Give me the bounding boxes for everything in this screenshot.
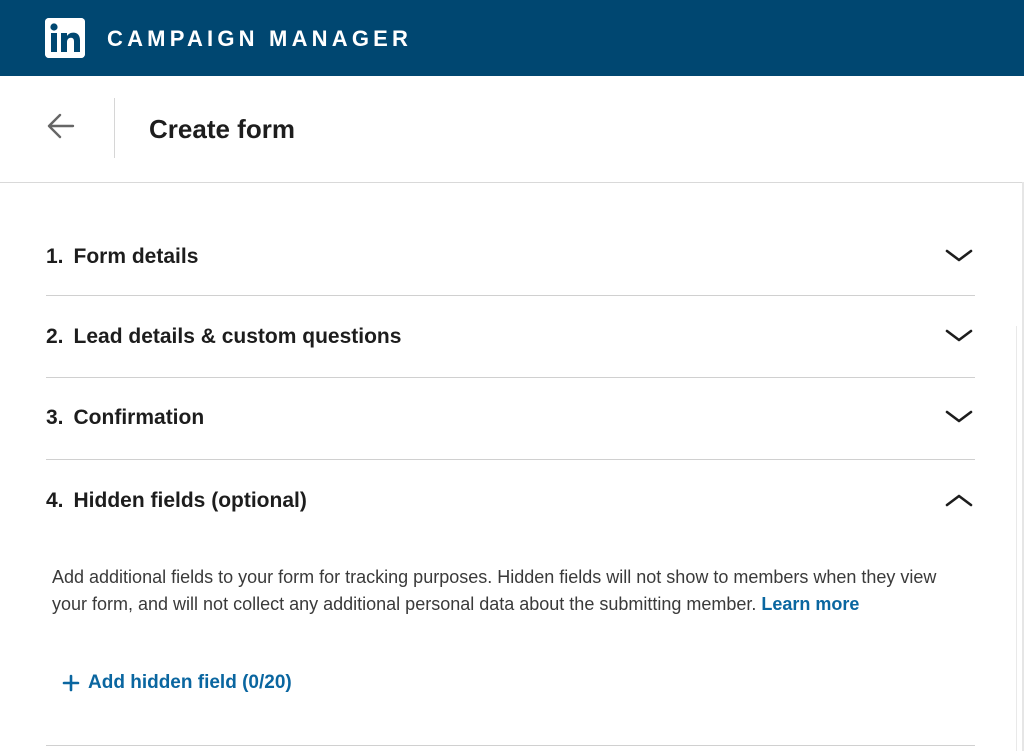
learn-more-link[interactable]: Learn more (761, 594, 859, 614)
section-label: Form details (73, 245, 199, 268)
section-number: 4. (46, 489, 64, 512)
add-hidden-field-button[interactable]: Add hidden field (0/20) (62, 668, 292, 698)
chevron-down-icon (945, 329, 973, 342)
section-toggle-hidden-fields[interactable]: 4. Hidden fields (optional) (46, 460, 975, 541)
header-divider (114, 98, 115, 158)
section-toggle-confirmation[interactable]: 3. Confirmation (46, 378, 975, 459)
section-number: 3. (46, 406, 64, 429)
section-label: Lead details & custom questions (73, 325, 402, 348)
section-title: 3. Confirmation (46, 405, 204, 431)
section-confirmation: 3. Confirmation (46, 378, 975, 460)
linkedin-logo-icon[interactable] (45, 18, 85, 58)
hidden-fields-description: Add additional fields to your form for t… (52, 564, 962, 618)
section-form-details: 1. Form details (46, 182, 975, 296)
top-navigation-bar: CAMPAIGN MANAGER (0, 0, 1024, 76)
chevron-down-icon (945, 249, 973, 262)
arrow-left-icon (47, 113, 75, 139)
section-divider (46, 745, 975, 746)
panel-edge (1016, 326, 1017, 751)
section-title: 2. Lead details & custom questions (46, 324, 401, 350)
add-hidden-field-label: Add hidden field (0/20) (88, 672, 292, 693)
section-number: 2. (46, 325, 64, 348)
page-header: Create form (0, 76, 1024, 183)
section-toggle-form-details[interactable]: 1. Form details (46, 182, 975, 295)
section-lead-details: 2. Lead details & custom questions (46, 296, 975, 378)
chevron-up-icon (945, 494, 973, 507)
app-title: CAMPAIGN MANAGER (107, 26, 413, 51)
form-sections: 1. Form details 2. Lead details & custom q… (46, 182, 975, 693)
section-title: 1. Form details (46, 244, 198, 270)
plus-icon (62, 674, 80, 692)
section-hidden-fields: 4. Hidden fields (optional) (46, 460, 975, 541)
section-number: 1. (46, 245, 64, 268)
page-title: Create form (149, 114, 295, 144)
section-toggle-lead-details[interactable]: 2. Lead details & custom questions (46, 296, 975, 377)
section-label: Confirmation (73, 406, 205, 429)
section-label: Hidden fields (optional) (73, 489, 307, 512)
back-button[interactable] (40, 106, 84, 146)
section-title: 4. Hidden fields (optional) (46, 488, 307, 514)
chevron-down-icon (945, 410, 973, 423)
